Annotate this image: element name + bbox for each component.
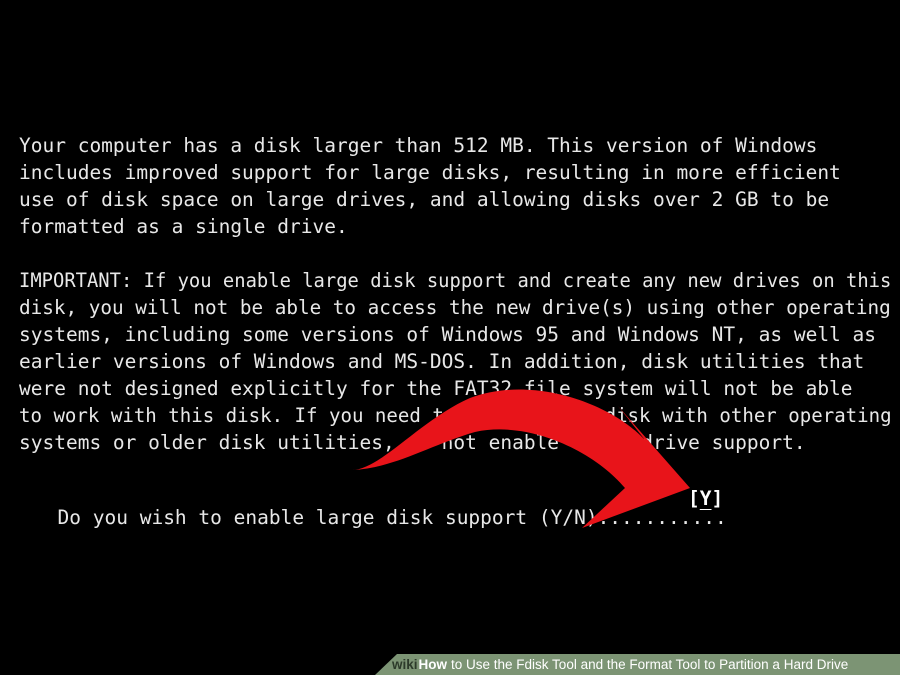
caption-title: to Use the Fdisk Tool and the Format Too…	[451, 657, 849, 672]
text-line: earlier versions of Windows and MS-DOS. …	[19, 350, 865, 373]
text-line: IMPORTANT: If you enable large disk supp…	[19, 269, 892, 292]
large-disk-prompt: Do you wish to enable large disk support…	[57, 506, 727, 529]
text-line: systems, including some versions of Wind…	[19, 323, 877, 346]
wikihow-caption-bar: wiki How to Use the Fdisk Tool and the For…	[375, 654, 900, 675]
text-line: use of disk space on large drives, and a…	[19, 188, 830, 211]
text-line: disk, you will not be able to access the…	[19, 296, 891, 319]
text-line: systems or older disk utilities, do not …	[19, 431, 806, 454]
text-line: formatted as a single drive.	[19, 215, 348, 238]
prompt-row: Do you wish to enable large disk support…	[19, 485, 727, 529]
dos-console-screen: Your computer has a disk larger than 512…	[0, 0, 900, 675]
text-line: Your computer has a disk larger than 512…	[19, 134, 818, 157]
bracket-close: ]	[711, 487, 724, 510]
text-line: includes improved support for large disk…	[19, 161, 841, 184]
answer-value[interactable]: Y	[700, 487, 712, 510]
text-line: were not designed explicitly for the FAT…	[19, 377, 853, 400]
answer-input[interactable]: [Y]	[688, 485, 723, 512]
text-line: to work with this disk. If you need to a…	[19, 404, 892, 427]
how-logo-text: How	[418, 657, 448, 672]
wiki-logo-text: wiki	[392, 657, 418, 672]
bracket-open: [	[688, 487, 700, 510]
